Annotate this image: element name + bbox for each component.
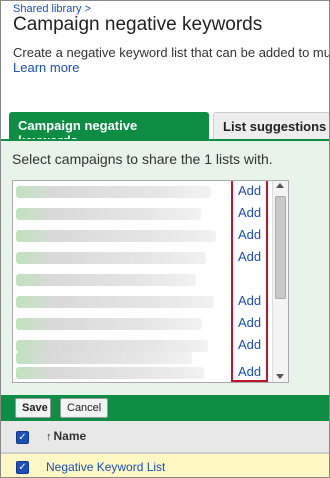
- tab-bar: Campaign negative keywords List suggesti…: [1, 112, 329, 148]
- add-column-highlight: [231, 181, 268, 382]
- tab-list-suggestions[interactable]: List suggestions: [213, 112, 329, 139]
- action-bar: Save Cancel: [1, 395, 329, 421]
- campaign-name-redacted: [16, 186, 211, 198]
- page-title: Campaign negative keywords: [13, 14, 263, 35]
- tab-campaign-negative-keywords[interactable]: Campaign negative keywords: [9, 112, 209, 148]
- window: Shared library > Campaign negative keywo…: [0, 0, 330, 478]
- panel-heading: Select campaigns to share the 1 lists wi…: [12, 151, 273, 167]
- save-button[interactable]: Save: [15, 398, 51, 418]
- keyword-list-link[interactable]: Negative Keyword List: [46, 460, 165, 474]
- campaign-select-panel: Select campaigns to share the 1 lists wi…: [1, 139, 329, 395]
- campaign-name-redacted: [16, 208, 201, 220]
- table-header: ✓ ↑ Name: [1, 421, 329, 453]
- campaign-name-redacted: [16, 274, 196, 286]
- scroll-up-arrow-icon[interactable]: [276, 183, 284, 188]
- campaign-name-redacted: [16, 367, 204, 379]
- campaign-name-redacted: [16, 296, 214, 308]
- campaign-list[interactable]: Add Add Add Add Add Add Add Add: [12, 180, 289, 383]
- scroll-down-arrow-icon[interactable]: [276, 374, 284, 379]
- column-header-label: Name: [53, 429, 87, 443]
- campaign-name-redacted: [16, 252, 206, 264]
- campaign-name-redacted: [16, 318, 202, 330]
- vertical-scrollbar[interactable]: [272, 181, 288, 382]
- select-all-checkbox[interactable]: ✓: [16, 431, 29, 444]
- row-checkbox[interactable]: ✓: [16, 461, 29, 474]
- sort-up-arrow-icon: ↑: [46, 431, 52, 443]
- page-description: Create a negative keyword list that can …: [13, 45, 330, 60]
- column-header-name[interactable]: ↑ Name: [46, 429, 86, 443]
- cancel-button[interactable]: Cancel: [60, 398, 108, 418]
- table-row: ✓ Negative Keyword List: [1, 453, 329, 477]
- scroll-thumb[interactable]: [275, 196, 286, 299]
- campaign-name-redacted: [16, 230, 216, 242]
- learn-more-link[interactable]: Learn more: [13, 60, 79, 75]
